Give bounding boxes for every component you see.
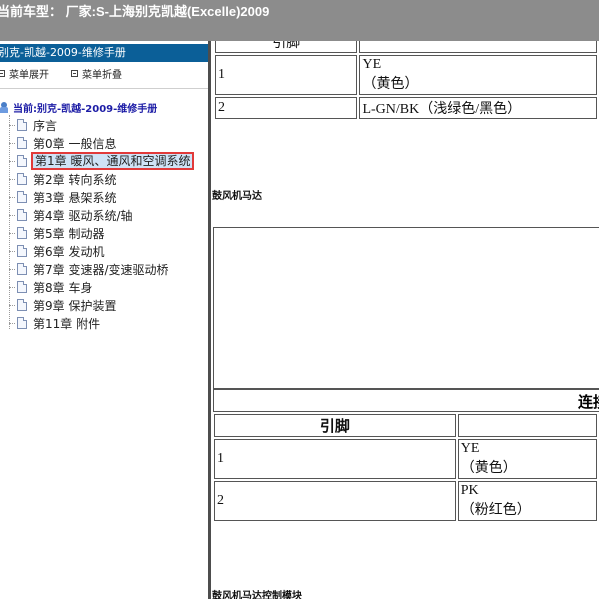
tree-root[interactable]: 当前:别克-凯越-2009-维修手册 [0, 99, 157, 115]
table-row: 2 L-GN/BK（浅绿色/黑色） [215, 97, 597, 119]
document-icon [17, 173, 27, 185]
pin-number: 1 [214, 439, 456, 479]
tree-item-label: 第11章 附件 [33, 316, 101, 331]
wire-color-code: PK [460, 483, 479, 498]
document-icon [17, 191, 27, 203]
sidebar: 别克-凯越-2009-维修手册 菜单展开 菜单折叠 当前:别克-凯越-2009-… [0, 41, 208, 599]
figure-caption: 鼓风机马达控制模块 [212, 591, 302, 599]
tree-item-label: 第8章 车身 [33, 280, 93, 295]
wire-color: L-GN/BK（浅绿色/黑色） [359, 97, 597, 119]
tree-item-label: 第7章 变速器/变速驱动桥 [33, 262, 169, 277]
table-row: 2 PK （粉红色） [214, 481, 597, 521]
wire-color-name: （黄色） [460, 461, 517, 476]
table-row: 1 YE （黄色） [214, 439, 597, 479]
manual-title: 别克-凯越-2009-维修手册 [0, 46, 126, 59]
pin-table-1: 引脚 1 YE （黄色） 2 L-GN/BK（浅绿色/黑色） [213, 41, 599, 121]
table-header-row: 引脚 [214, 414, 597, 437]
expand-menu-label: 菜单展开 [9, 70, 49, 81]
pin-table-2: 引脚 1 YE （黄色） 2 PK （粉红色） [212, 412, 599, 523]
pin-number: 1 [215, 55, 358, 95]
figure-caption: 鼓风机马达 [212, 191, 262, 202]
user-icon [0, 101, 9, 113]
tree-item-label: 第3章 悬架系统 [33, 190, 117, 205]
connector-header: 连接 [213, 389, 599, 412]
table-cell [457, 414, 597, 437]
tree-item-label: 序言 [33, 118, 58, 133]
wire-color-name: （粉红色） [460, 503, 531, 518]
wire-color-cell: YE （黄色） [359, 55, 597, 95]
document-icon [17, 281, 27, 293]
wire-color-cell: PK （粉红色） [457, 481, 597, 521]
tree-item-label: 第9章 保护装置 [33, 298, 117, 313]
table-cell [359, 41, 597, 53]
tree-item-chapter-4[interactable]: 第4章 驱动系统/轴 [9, 206, 208, 224]
collapse-icon [71, 70, 78, 77]
tree-item-chapter-6[interactable]: 第6章 发动机 [9, 242, 208, 260]
wire-color-cell: YE （黄色） [457, 439, 597, 479]
tree-item-label: 第2章 转向系统 [33, 172, 117, 187]
pin-column-header: 引脚 [214, 414, 456, 437]
tree-item-chapter-2[interactable]: 第2章 转向系统 [9, 170, 208, 188]
tree-item-chapter-8[interactable]: 第8章 车身 [9, 278, 208, 296]
tree-item-chapter-1[interactable]: 第1章 暖风、通风和空调系统 [9, 152, 208, 170]
tree-root-label: 当前:别克-凯越-2009-维修手册 [13, 103, 158, 115]
sidebar-divider [0, 88, 208, 89]
wire-color-code: YE [460, 441, 480, 456]
tree-item-chapter-11[interactable]: 第11章 附件 [9, 314, 208, 332]
manual-title-bar: 别克-凯越-2009-维修手册 [0, 44, 208, 62]
tree-item-label: 第4章 驱动系统/轴 [33, 208, 133, 223]
collapse-menu-button[interactable]: 菜单折叠 [71, 66, 122, 81]
document-icon [17, 155, 27, 167]
wire-color-code: YE [362, 57, 382, 72]
current-vehicle-text: 当前车型： 厂家:S-上海别克凯越(Excelle)2009 [0, 4, 270, 19]
tree-item-chapter-3[interactable]: 第3章 悬架系统 [9, 188, 208, 206]
connector-image-placeholder [213, 227, 599, 389]
pin-column-header: 引脚 [215, 41, 358, 53]
pin-number: 2 [214, 481, 456, 521]
tree-item-chapter-5[interactable]: 第5章 制动器 [9, 224, 208, 242]
content-pane: 引脚 1 YE （黄色） 2 L-GN/BK（浅绿色/黑色） 鼓风机马达 连接 … [211, 41, 599, 599]
document-icon [17, 119, 27, 131]
document-icon [17, 263, 27, 275]
document-icon [17, 317, 27, 329]
table-row: 1 YE （黄色） [215, 55, 597, 95]
tree-item-chapter-0[interactable]: 第0章 一般信息 [9, 134, 208, 152]
document-icon [17, 137, 27, 149]
pin-number: 2 [215, 97, 358, 119]
document-icon [17, 209, 27, 221]
tree-item-label: 第0章 一般信息 [33, 136, 117, 151]
document-icon [17, 245, 27, 257]
document-icon [17, 299, 27, 311]
tree-item-chapter-9[interactable]: 第9章 保护装置 [9, 296, 208, 314]
tree-item-label: 第1章 暖风、通风和空调系统 [31, 152, 195, 170]
tree-item-label: 第6章 发动机 [33, 244, 105, 259]
wire-color-name: （黄色） [362, 77, 419, 92]
collapse-menu-label: 菜单折叠 [82, 70, 122, 81]
title-bar: 当前车型： 厂家:S-上海别克凯越(Excelle)2009 [0, 0, 599, 41]
tree-item-label: 第5章 制动器 [33, 226, 105, 241]
connector-label: 连接 [578, 393, 599, 411]
document-icon [17, 227, 27, 239]
menu-actions: 菜单展开 菜单折叠 [0, 66, 208, 82]
expand-menu-button[interactable]: 菜单展开 [0, 66, 49, 81]
tree-item-chapter-7[interactable]: 第7章 变速器/变速驱动桥 [9, 260, 208, 278]
tree-item-preface[interactable]: 序言 [9, 116, 208, 134]
expand-icon [0, 70, 5, 77]
